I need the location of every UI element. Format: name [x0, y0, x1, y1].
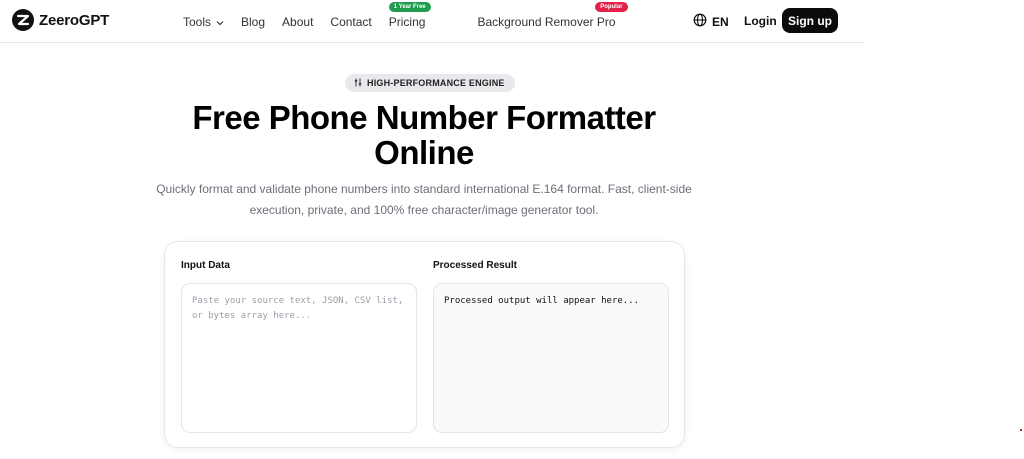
- logo[interactable]: ZeeroGPT: [12, 9, 109, 31]
- page-title: Free Phone Number Formatter Online: [0, 100, 848, 170]
- nav-background-remover-label: Background Remover Pro: [477, 14, 616, 29]
- chevron-down-icon: [216, 15, 224, 29]
- main-nav: Tools Blog About Contact 1 Year Free Pri…: [183, 0, 633, 43]
- nav-pricing-label: Pricing: [388, 14, 426, 29]
- input-data-textarea[interactable]: [181, 283, 417, 433]
- input-data-label: Input Data: [181, 260, 230, 271]
- language-label: EN: [712, 14, 729, 29]
- language-selector[interactable]: EN: [693, 13, 729, 30]
- formatter-tool-card: Input Data Processed Result Processed ou…: [164, 241, 685, 448]
- page-title-line-2: Online: [374, 134, 474, 171]
- engine-badge: HIGH-PERFORMANCE ENGINE: [345, 74, 515, 92]
- processed-result-output[interactable]: Processed output will appear here...: [433, 283, 669, 433]
- subtitle-line-2: execution, private, and 100% free charac…: [249, 203, 599, 217]
- nav-blog[interactable]: Blog: [241, 15, 265, 29]
- processed-result-label: Processed Result: [433, 260, 517, 271]
- page-title-line-1: Free Phone Number Formatter: [192, 99, 656, 136]
- top-navbar: ZeeroGPT Tools Blog About Contact 1 Year…: [0, 0, 864, 43]
- nav-about[interactable]: About: [282, 15, 313, 29]
- nav-tools-label: Tools: [183, 14, 212, 29]
- zeerogpt-logo-icon: [12, 9, 34, 31]
- nav-tools[interactable]: Tools: [183, 15, 224, 29]
- pricing-badge: 1 Year Free: [388, 1, 431, 12]
- sliders-icon: [354, 78, 362, 89]
- popular-badge: Popular: [595, 1, 628, 12]
- nav-background-remover[interactable]: Popular Background Remover Pro: [477, 1, 628, 29]
- logo-text: ZeeroGPT: [39, 11, 110, 29]
- nav-contact[interactable]: Contact: [330, 15, 371, 29]
- nav-pricing[interactable]: 1 Year Free Pricing: [388, 1, 431, 29]
- stray-dot: [1020, 429, 1022, 431]
- engine-badge-label: HIGH-PERFORMANCE ENGINE: [367, 78, 505, 88]
- subtitle-line-1: Quickly format and validate phone number…: [156, 182, 692, 196]
- globe-icon: [693, 13, 707, 30]
- page-subtitle: Quickly format and validate phone number…: [0, 179, 848, 221]
- login-link[interactable]: Login: [744, 14, 777, 28]
- signup-button[interactable]: Sign up: [782, 8, 838, 33]
